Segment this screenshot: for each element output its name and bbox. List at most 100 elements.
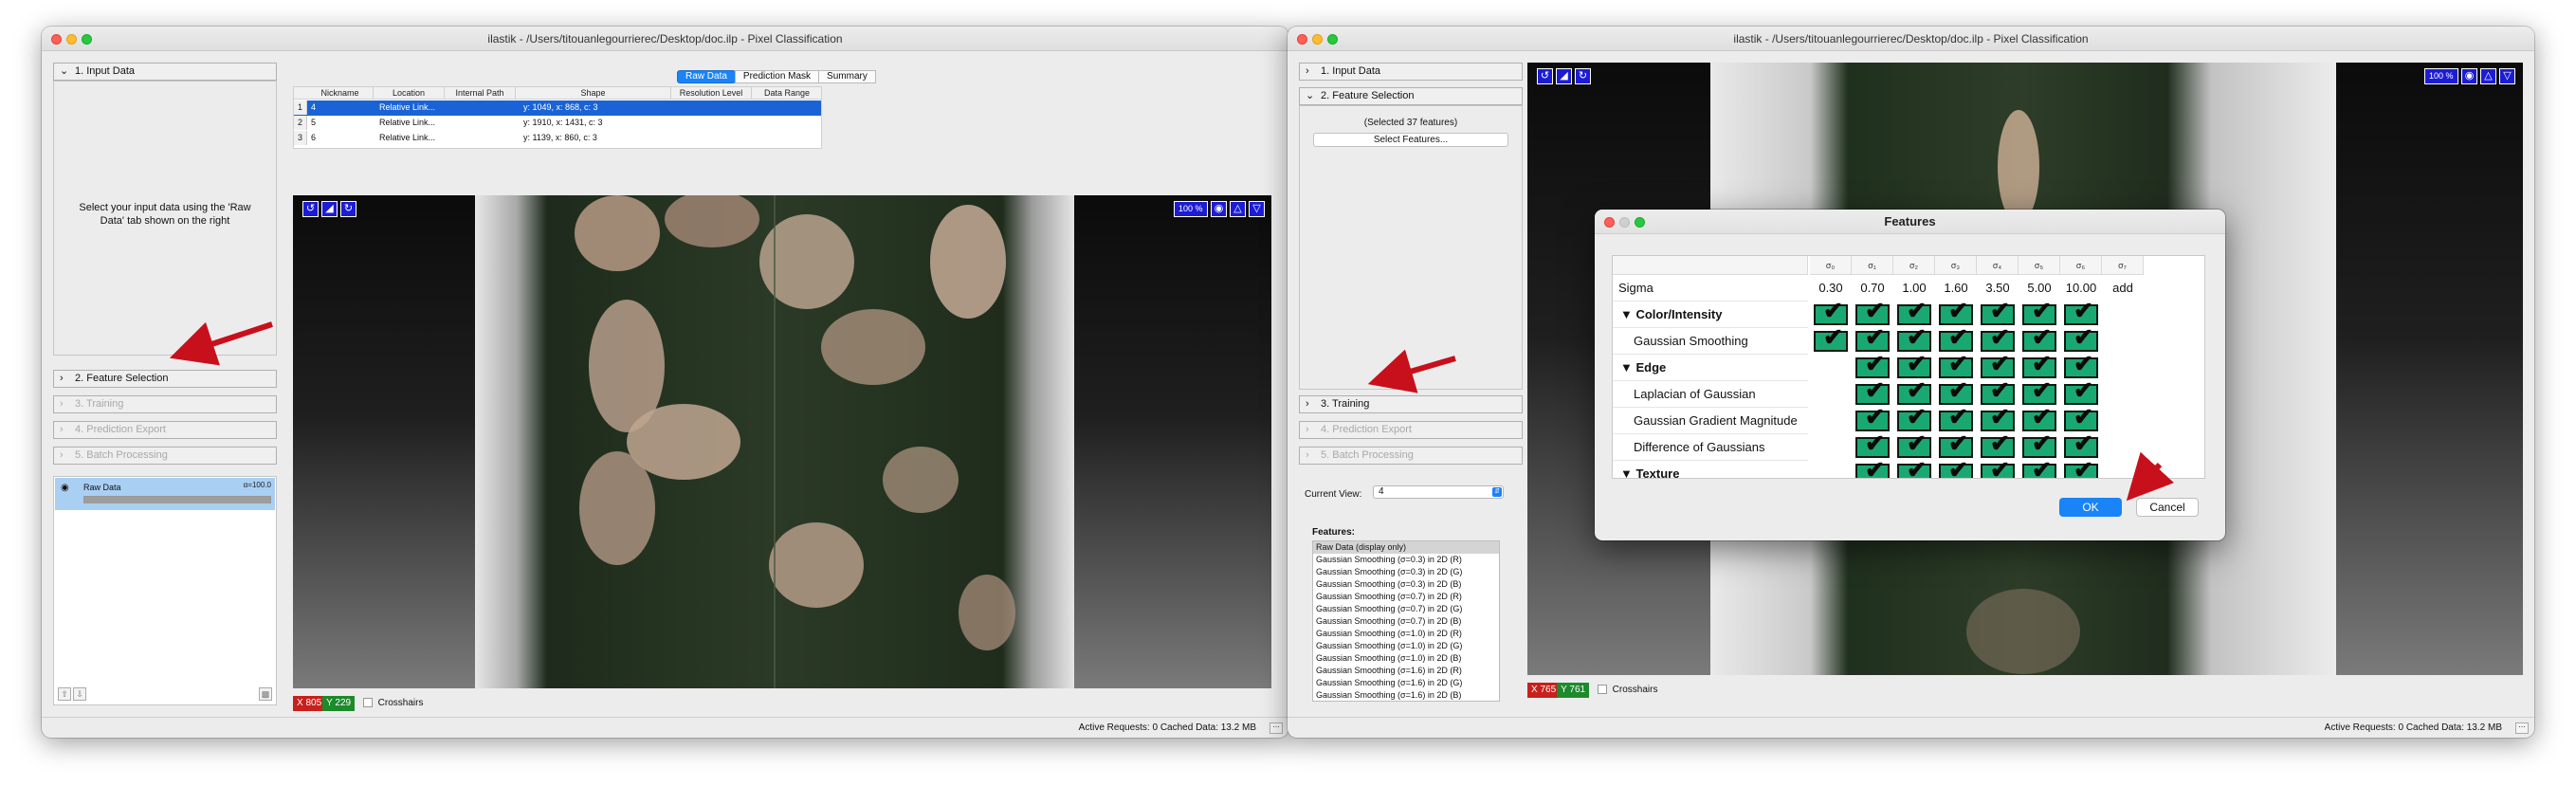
cancel-button[interactable]: Cancel (2136, 498, 2199, 517)
feature-list-item[interactable]: Gaussian Smoothing (σ=0.7) in 2D (R) (1313, 591, 1499, 603)
feature-checkbox[interactable]: ✔ (1855, 300, 1890, 325)
layer-opacity-slider[interactable] (83, 496, 271, 503)
applet-feature-selection[interactable]: › 2. Feature Selection (53, 370, 277, 388)
feature-checkbox[interactable]: ✔ (2064, 459, 2098, 478)
eye-icon[interactable]: ◉ (61, 483, 69, 493)
zoom-window-button[interactable] (1327, 34, 1338, 45)
feature-checkbox[interactable]: ✔ (1855, 379, 1890, 405)
tab-prediction-mask[interactable]: Prediction Mask (734, 70, 820, 83)
feature-checkbox[interactable]: ✔ (2022, 459, 2056, 478)
redo-icon[interactable]: ↻ (1575, 68, 1591, 84)
feature-checkbox[interactable]: ✔ (2022, 379, 2056, 405)
feature-checkbox[interactable]: ✔ (2064, 379, 2098, 405)
camera-icon[interactable]: ◉ (1211, 201, 1227, 217)
feature-checkbox[interactable]: ✔ (1897, 459, 1931, 478)
feature-checkbox[interactable]: ✔ (2064, 300, 2098, 325)
feature-checkbox[interactable]: ✔ (2064, 353, 2098, 378)
zoom-level[interactable]: 100 % (1174, 201, 1208, 217)
column-header-data-range[interactable]: Data Range (752, 87, 821, 100)
feature-checkbox[interactable]: ✔ (1897, 406, 1931, 431)
tab-raw-data[interactable]: Raw Data (677, 70, 736, 83)
window-titlebar[interactable]: ilastik - /Users/titouanlegourrierec/Des… (1288, 27, 2534, 51)
feature-checkbox[interactable]: ✔ (1855, 326, 1890, 352)
down-arrow-icon[interactable]: ▽ (1249, 201, 1265, 217)
feature-checkbox[interactable]: ✔ (1981, 300, 2015, 325)
feature-checkbox[interactable]: ✔ (2064, 406, 2098, 431)
feature-checkbox[interactable]: ✔ (1897, 379, 1931, 405)
feature-checkbox[interactable]: ✔ (1981, 353, 2015, 378)
move-layer-down-button[interactable]: ⇩ (73, 687, 86, 701)
feature-checkbox[interactable]: ✔ (2064, 326, 2098, 352)
applet-input-data[interactable]: › 1. Input Data (1299, 63, 1523, 81)
feature-list-item[interactable]: Gaussian Smoothing (σ=0.3) in 2D (R) (1313, 554, 1499, 566)
feature-checkbox[interactable]: ✔ (1981, 326, 2015, 352)
tab-summary[interactable]: Summary (818, 70, 876, 83)
image-viewer[interactable]: ↺ ◢ ↻ 100 % ◉ △ ▽ (293, 195, 1271, 688)
minimize-window-button[interactable] (66, 34, 77, 45)
feature-list-item[interactable]: Gaussian Smoothing (σ=1.6) in 2D (B) (1313, 689, 1499, 701)
select-features-button[interactable]: Select Features... (1313, 133, 1508, 147)
fit-icon[interactable]: ◢ (1556, 68, 1572, 84)
fit-icon[interactable]: ◢ (321, 201, 338, 217)
feature-group-label[interactable]: ▼ Color/Intensity (1613, 302, 1808, 328)
feature-checkbox[interactable]: ✔ (1897, 326, 1931, 352)
zoom-dialog-button[interactable] (1635, 217, 1645, 228)
feature-list-item[interactable]: Gaussian Smoothing (σ=1.6) in 2D (R) (1313, 665, 1499, 677)
feature-checkbox[interactable]: ✔ (1981, 406, 2015, 431)
crosshairs-checkbox[interactable] (362, 698, 373, 708)
feature-checkbox[interactable]: ✔ (2022, 353, 2056, 378)
table-row[interactable]: 3 6 Relative Link... y: 1139, x: 860, c:… (294, 131, 821, 146)
dialog-titlebar[interactable]: Features (1595, 210, 2225, 234)
column-header-location[interactable]: Location (374, 87, 445, 100)
feature-layer-list[interactable]: Raw Data (display only) Gaussian Smoothin… (1312, 540, 1500, 702)
feature-list-item[interactable]: Gaussian Smoothing (σ=1.0) in 2D (G) (1313, 640, 1499, 652)
feature-list-item[interactable]: Gaussian Smoothing (σ=1.0) in 2D (B) (1313, 652, 1499, 665)
column-header-internal-path[interactable]: Internal Path (445, 87, 516, 100)
applet-feature-selection[interactable]: ⌄ 2. Feature Selection (1299, 87, 1523, 105)
feature-checkbox[interactable]: ✔ (2022, 326, 2056, 352)
close-window-button[interactable] (1297, 34, 1307, 45)
feature-checkbox[interactable]: ✔ (1981, 432, 2015, 458)
feature-checkbox[interactable]: ✔ (1939, 432, 1973, 458)
undo-icon[interactable]: ↺ (302, 201, 319, 217)
feature-checkbox[interactable]: ✔ (2064, 432, 2098, 458)
zoom-window-button[interactable] (82, 34, 92, 45)
minimize-window-button[interactable] (1312, 34, 1323, 45)
up-arrow-icon[interactable]: △ (2480, 68, 2496, 84)
down-arrow-icon[interactable]: ▽ (2499, 68, 2515, 84)
crosshairs-checkbox[interactable] (1597, 685, 1607, 695)
column-header-nickname[interactable]: Nickname (307, 87, 374, 100)
ok-button[interactable]: OK (2059, 498, 2122, 517)
feature-group-label[interactable]: ▼ Texture (1613, 461, 1808, 478)
feature-list-item[interactable]: Gaussian Smoothing (σ=1.6) in 2D (G) (1313, 677, 1499, 689)
camera-icon[interactable]: ◉ (2461, 68, 2477, 84)
feature-checkbox[interactable]: ✔ (1855, 406, 1890, 431)
undo-icon[interactable]: ↺ (1537, 68, 1553, 84)
feature-checkbox[interactable]: ✔ (2022, 406, 2056, 431)
feature-list-item[interactable]: Raw Data (display only) (1313, 541, 1499, 554)
feature-checkbox[interactable]: ✔ (1939, 459, 1973, 478)
column-header-resolution-level[interactable]: Resolution Level (671, 87, 752, 100)
feature-checkbox[interactable]: ✔ (1981, 379, 2015, 405)
feature-list-item[interactable]: Gaussian Smoothing (σ=0.7) in 2D (B) (1313, 615, 1499, 628)
status-menu-button[interactable]: ⋯ (1270, 722, 1283, 734)
close-dialog-button[interactable] (1604, 217, 1615, 228)
window-titlebar[interactable]: ilastik - /Users/titouanlegourrierec/Des… (42, 27, 1288, 51)
zoom-level[interactable]: 100 % (2424, 68, 2458, 84)
feature-checkbox[interactable]: ✔ (2022, 300, 2056, 325)
feature-group-label[interactable]: ▼ Edge (1613, 355, 1808, 381)
applet-input-data[interactable]: ⌄ 1. Input Data (53, 63, 277, 81)
feature-list-item[interactable]: Gaussian Smoothing (σ=0.7) in 2D (G) (1313, 603, 1499, 615)
column-header-shape[interactable]: Shape (516, 87, 671, 100)
feature-checkbox[interactable]: ✔ (1939, 406, 1973, 431)
table-row[interactable]: 2 5 Relative Link... y: 1910, x: 1431, c… (294, 116, 821, 131)
move-layer-up-button[interactable]: ⇧ (58, 687, 71, 701)
feature-checkbox[interactable]: ✔ (1855, 353, 1890, 378)
layer-options-button[interactable]: ▩ (259, 687, 272, 701)
feature-checkbox[interactable]: ✔ (1855, 432, 1890, 458)
feature-checkbox[interactable]: ✔ (1939, 326, 1973, 352)
status-menu-button[interactable]: ⋯ (2515, 722, 2529, 734)
current-view-select[interactable]: 4 ⇵ (1373, 485, 1504, 499)
feature-checkbox[interactable]: ✔ (1939, 379, 1973, 405)
feature-checkbox[interactable]: ✔ (2022, 432, 2056, 458)
